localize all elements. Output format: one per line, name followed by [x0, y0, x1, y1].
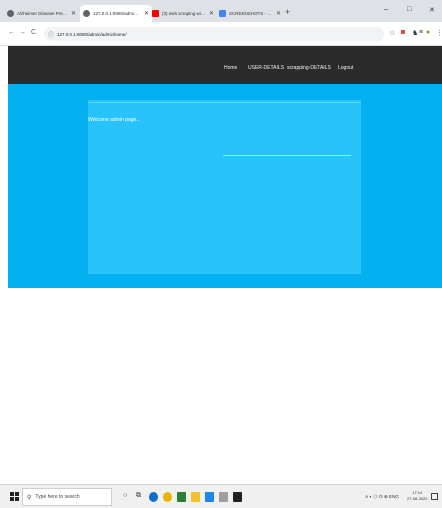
tab-youtube[interactable]: (3) web scraping with python y ✕: [149, 5, 217, 22]
clock[interactable]: 17:14 27-08-2020: [407, 490, 427, 502]
windows-start-button[interactable]: [10, 492, 20, 502]
new-tab-button[interactable]: +: [285, 7, 290, 17]
close-icon[interactable]: ✕: [71, 10, 76, 17]
close-icon[interactable]: ✕: [276, 10, 281, 17]
taskbar-search-input[interactable]: ⚲ Type here to search: [22, 488, 112, 506]
star-icon[interactable]: ☆: [389, 29, 395, 37]
cortana-icon[interactable]: ○: [123, 492, 127, 499]
search-icon: ⚲: [27, 494, 32, 501]
extension-icon[interactable]: ♞: [412, 29, 418, 37]
edge-icon[interactable]: [149, 492, 158, 502]
close-icon[interactable]: ✕: [209, 10, 214, 17]
avatar[interactable]: ●: [426, 29, 430, 36]
globe-icon: [83, 10, 90, 17]
tab-alzheimer[interactable]: Alzheimer Disease Prediction u ✕: [4, 5, 79, 22]
nav-logout[interactable]: Logout: [338, 65, 353, 71]
nav-home[interactable]: Home: [224, 65, 237, 71]
mail-icon[interactable]: [205, 492, 214, 502]
info-icon[interactable]: ⓘ: [48, 30, 54, 39]
tab-title: Alzheimer Disease Prediction u: [17, 11, 68, 16]
search-placeholder: Type here to search: [35, 494, 80, 500]
content-card: [88, 100, 361, 274]
tab-title: (3) web scraping with python y: [162, 11, 206, 16]
store-icon[interactable]: [177, 492, 186, 502]
tab-title: SCREENSHOTS - Google Docs: [229, 11, 273, 16]
task-view-icon[interactable]: ⧉: [136, 492, 141, 500]
tab-google-docs[interactable]: SCREENSHOTS - Google Docs ✕: [216, 5, 284, 22]
globe-icon: [7, 10, 14, 17]
taskbar: ⚲ Type here to search ○ ⧉ ∧ ◐ ⬡ ☊ ⊕ ENG …: [0, 484, 442, 508]
browser-tab-strip: Alzheimer Disease Prediction u ✕ 127.0.0…: [0, 0, 442, 22]
site-navbar: Home USER-DETAILS scrapping-DETAILS Logo…: [8, 46, 442, 84]
menu-icon[interactable]: ⋮: [436, 29, 442, 37]
divider: [223, 155, 351, 156]
divider: [88, 102, 361, 103]
media-icon[interactable]: ≡: [419, 29, 423, 36]
nav-user-details[interactable]: USER-DETAILS: [248, 65, 284, 71]
maximize-button[interactable]: □: [407, 6, 411, 13]
files-icon[interactable]: [219, 492, 228, 502]
nav-scrapping-details[interactable]: scrapping-DETAILS: [287, 65, 331, 71]
welcome-text: Welcome admin page...: [88, 117, 141, 123]
minimize-button[interactable]: –: [384, 6, 388, 13]
browser-toolbar: ← → C ⓘ 127.0.0.1:8080/admin/adminhome/ …: [0, 22, 442, 46]
system-tray[interactable]: ∧ ◐ ⬡ ☊ ⊕ ENG: [365, 494, 399, 500]
close-window-button[interactable]: ✕: [429, 6, 435, 14]
url-text: 127.0.0.1:8080/admin/adminhome/: [57, 31, 127, 37]
clock-date: 27-08-2020: [407, 496, 428, 501]
file-explorer-icon[interactable]: [191, 492, 200, 502]
chrome-icon[interactable]: [163, 492, 172, 502]
notification-icon[interactable]: [431, 493, 438, 500]
reload-button[interactable]: C: [31, 29, 36, 36]
address-bar[interactable]: ⓘ 127.0.0.1:8080/admin/adminhome/: [44, 27, 384, 41]
google-docs-icon: [219, 10, 226, 17]
tab-admin-home[interactable]: 127.0.0.1:8080/admin/adminhom ✕: [80, 5, 152, 22]
forward-button[interactable]: →: [19, 29, 26, 36]
tab-title: 127.0.0.1:8080/admin/adminhom: [93, 11, 141, 16]
youtube-icon: [152, 10, 159, 17]
back-button[interactable]: ←: [8, 29, 15, 36]
terminal-icon[interactable]: [233, 492, 242, 502]
extension-icon[interactable]: ◙: [401, 29, 405, 36]
